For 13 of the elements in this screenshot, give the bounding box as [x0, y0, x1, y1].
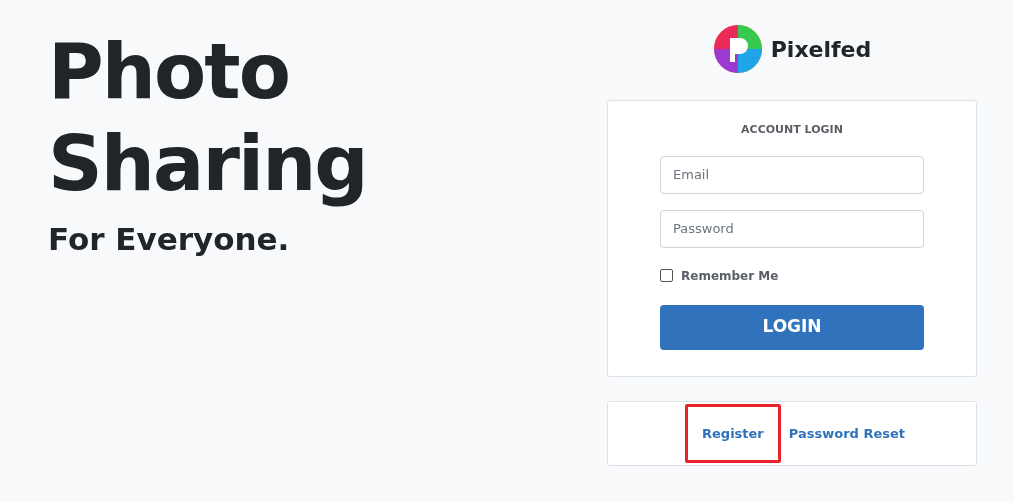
brand-name: Pixelfed	[770, 35, 872, 64]
checkbox-label: Remember Me	[681, 267, 779, 285]
card-heading: ACCOUNT LOGIN	[741, 122, 843, 138]
checkbox[interactable]	[660, 269, 673, 282]
logo-icon	[712, 24, 763, 74]
login-button[interactable]: LOGIN	[660, 304, 924, 350]
link[interactable]: Password Reset	[788, 423, 905, 444]
input-field[interactable]: Password	[660, 209, 924, 248]
link[interactable]: Register	[685, 403, 781, 464]
hero-title: Sharing	[48, 118, 368, 210]
hero-title: Photo	[48, 26, 291, 118]
input-field[interactable]: Email	[660, 155, 924, 194]
hero-subtitle: For Everyone.	[48, 220, 291, 259]
